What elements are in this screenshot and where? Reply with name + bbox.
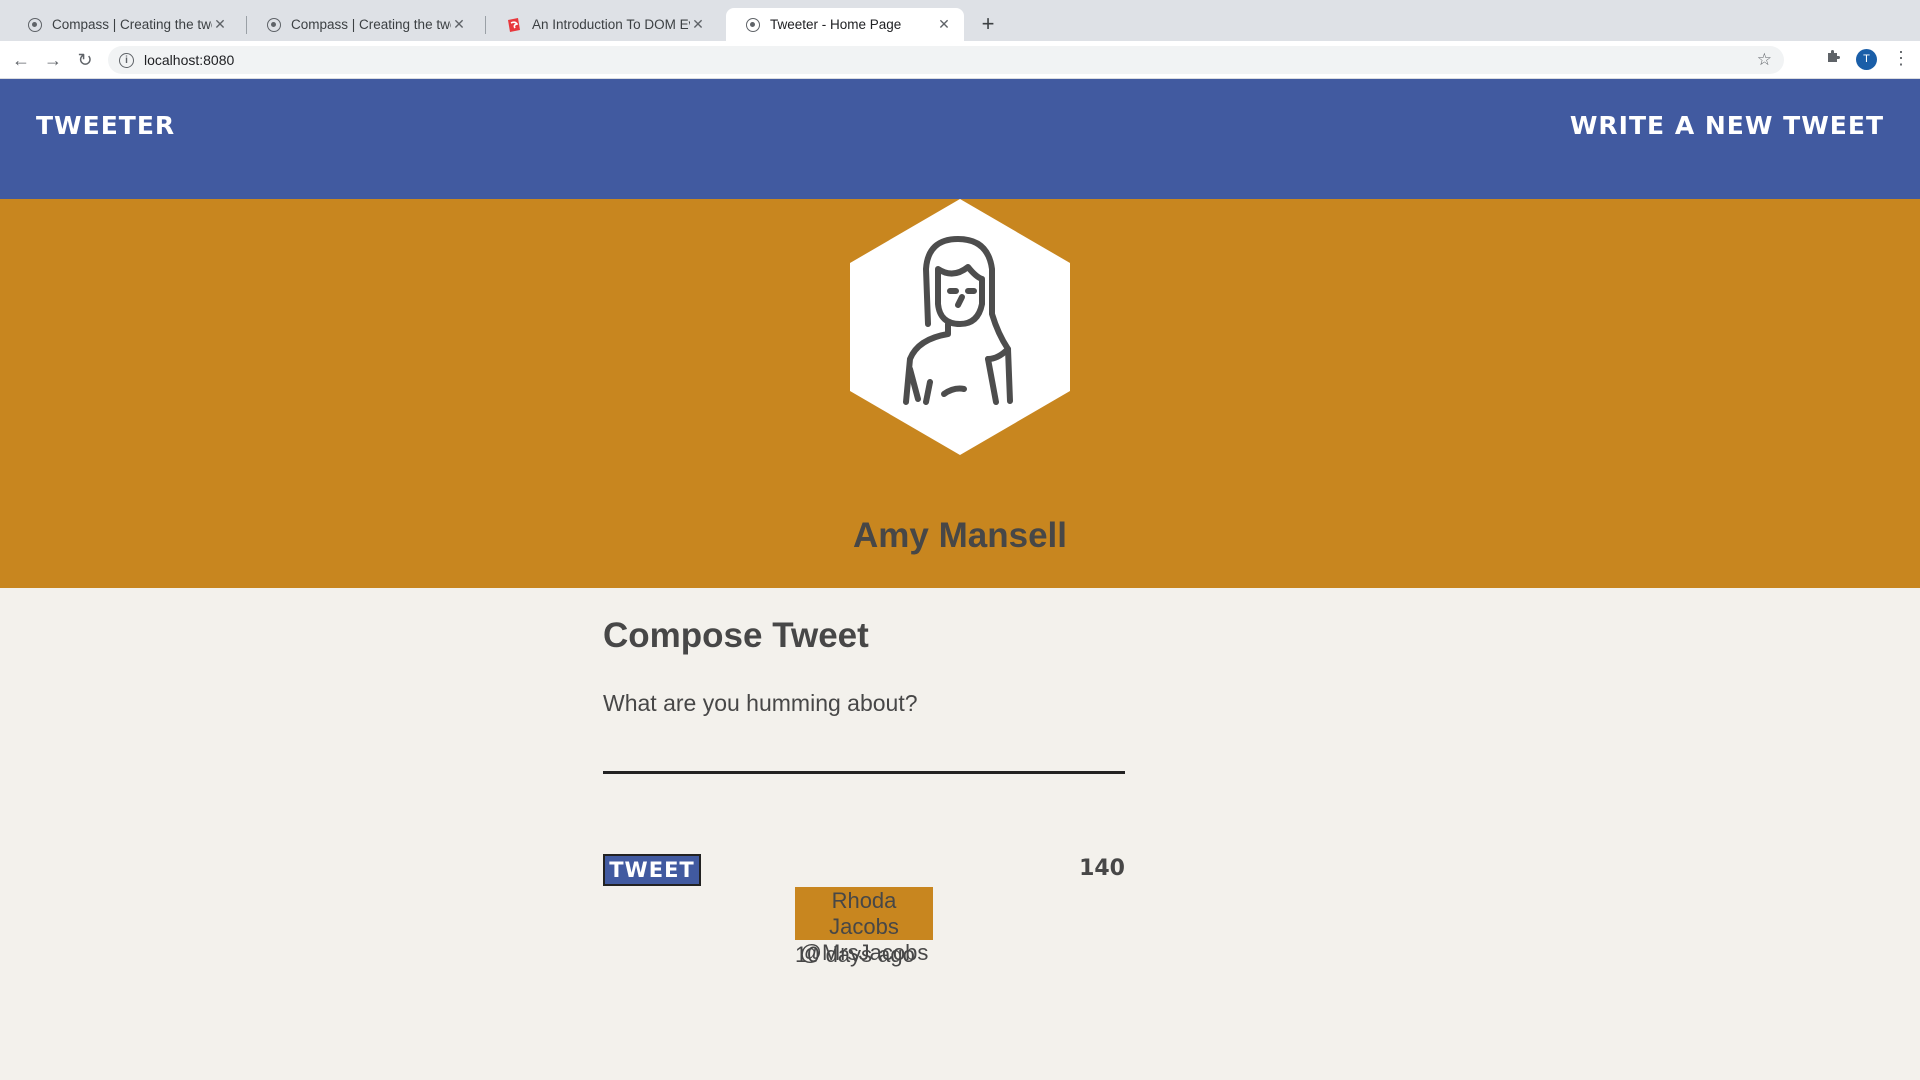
tweet-timestamp: 10 days ago	[795, 942, 915, 967]
profile-avatar[interactable]: T	[1856, 49, 1877, 70]
avatar	[848, 199, 1072, 455]
tweet-user: Rhoda Jacobs @MrsJacobs	[795, 887, 933, 965]
profile-name: Amy Mansell	[853, 516, 1067, 555]
compass-icon	[267, 17, 281, 32]
smashing-icon	[506, 17, 522, 33]
tweet-article: Rhoda Jacobs @MrsJacobs 10 days ago	[795, 887, 933, 968]
close-icon[interactable]: ✕	[212, 16, 228, 33]
close-icon[interactable]: ✕	[936, 16, 952, 33]
reload-icon[interactable]: ↻	[74, 49, 96, 71]
browser-toolbar: ← → ↻ i localhost:8080 ☆	[0, 41, 1920, 79]
browser-tabstrip: Compass | Creating the tweets ✕ Compass …	[0, 0, 1920, 41]
write-new-tweet-link[interactable]: WRITE A NEW TWEET	[1570, 111, 1884, 140]
tweet-author-name: Rhoda Jacobs	[829, 888, 899, 939]
profile-header: Amy Mansell	[0, 199, 1920, 588]
tweet-button[interactable]: TWEET	[603, 854, 701, 886]
info-icon[interactable]: i	[119, 52, 134, 68]
brand-logo[interactable]: TWEETER	[36, 111, 175, 140]
close-icon[interactable]: ✕	[690, 16, 706, 33]
url-text[interactable]: localhost:8080	[144, 52, 234, 68]
browser-tab-active[interactable]: Tweeter - Home Page ✕	[726, 8, 964, 41]
back-arrow-icon[interactable]: ←	[10, 49, 32, 71]
tab-title: Compass | Creating the tweets	[52, 17, 212, 32]
tab-title: An Introduction To DOM Events	[532, 17, 690, 32]
browser-tab-3[interactable]: An Introduction To DOM Events ✕	[486, 8, 718, 41]
forward-arrow-icon[interactable]: →	[42, 49, 64, 71]
new-tab-plus-icon[interactable]: +	[976, 12, 1000, 36]
menu-dots-icon[interactable]: ⋮	[1892, 47, 1910, 69]
tweet-text-input[interactable]	[603, 686, 1125, 774]
close-icon[interactable]: ✕	[451, 16, 467, 33]
bookmark-star-icon[interactable]: ☆	[1757, 50, 1772, 70]
globe-icon	[746, 17, 760, 32]
compose-title: Compose Tweet	[603, 616, 869, 655]
address-bar[interactable]: i localhost:8080 ☆	[108, 46, 1784, 74]
character-counter: 140	[1079, 856, 1125, 881]
browser-tab-1[interactable]: Compass | Creating the tweets ✕	[8, 8, 240, 41]
site-nav: TWEETER WRITE A NEW TWEET	[0, 79, 1920, 199]
extensions-puzzle-icon[interactable]	[1825, 48, 1841, 69]
browser-tab-2[interactable]: Compass | Creating the tweets ✕	[247, 8, 479, 41]
tab-title: Tweeter - Home Page	[770, 17, 902, 32]
tab-title: Compass | Creating the tweets	[291, 17, 451, 32]
compass-icon	[28, 17, 42, 32]
